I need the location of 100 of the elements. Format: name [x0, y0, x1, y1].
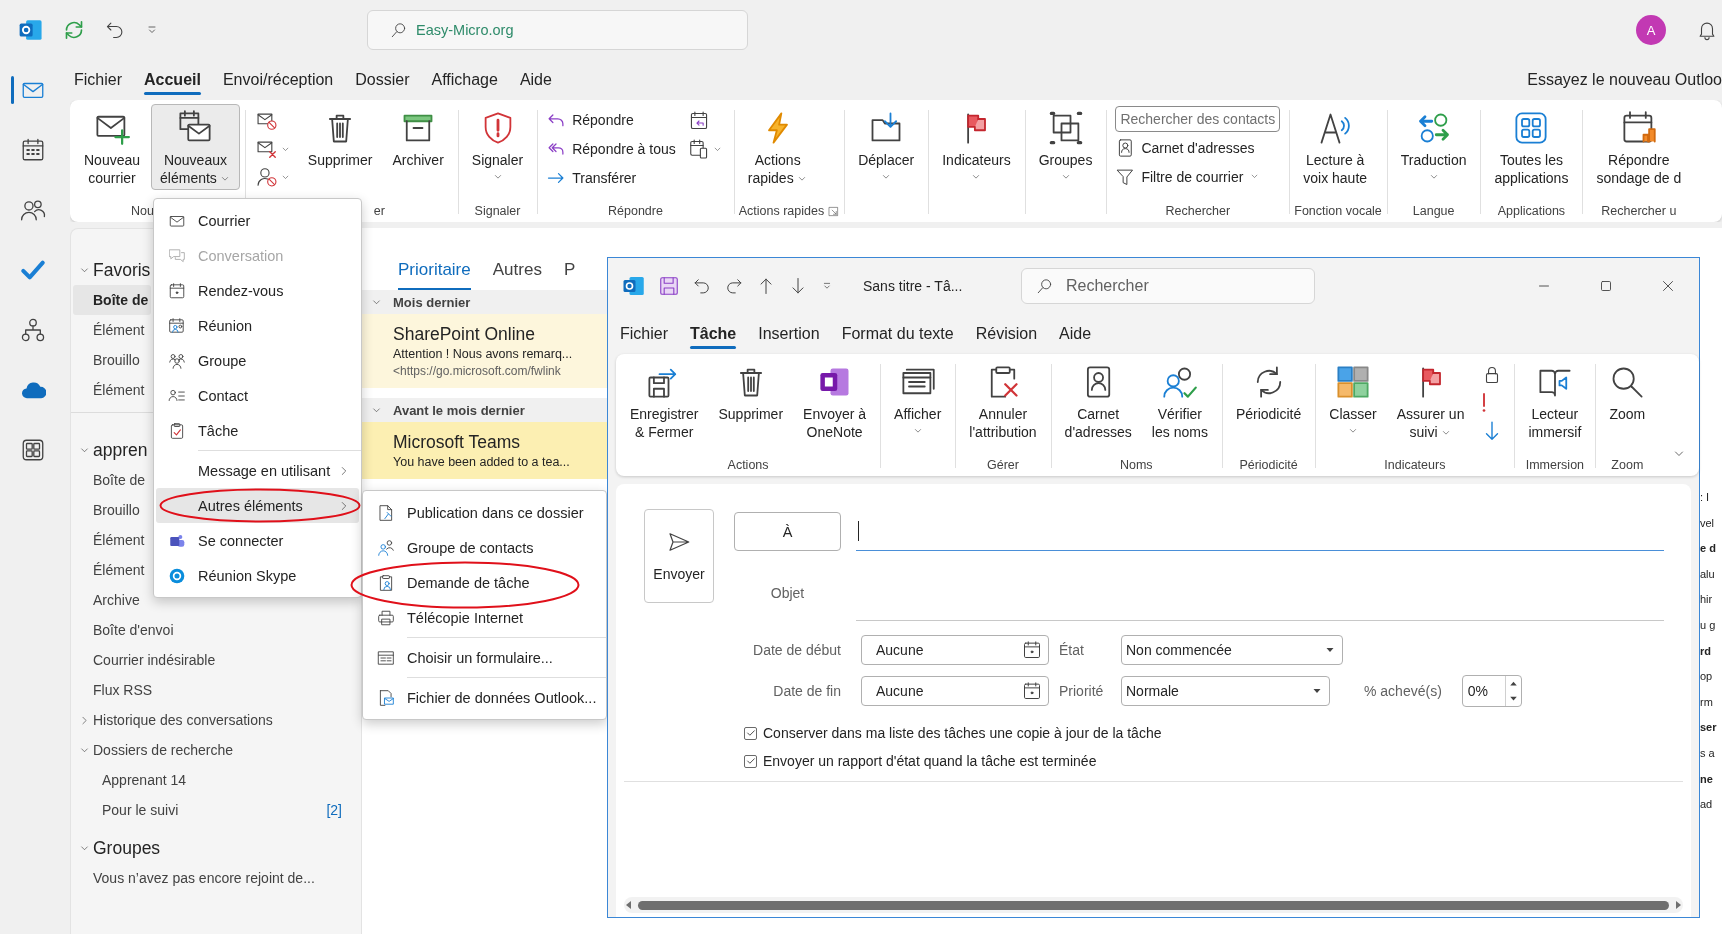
- message-item[interactable]: SharePoint Online Attention ! Nous avons remarq... <https://go.microsoft.com/fwlink: [362, 314, 607, 388]
- menu-item[interactable]: Réunion Skype: [156, 558, 359, 593]
- folder-item[interactable]: Brouillo: [73, 495, 143, 525]
- menu-item[interactable]: Publication dans ce dossier: [365, 495, 604, 530]
- outlook-logo-icon[interactable]: [18, 17, 44, 43]
- inbox-tab[interactable]: P: [563, 260, 576, 290]
- ribbon-button[interactable]: Répondre à tous: [542, 135, 680, 162]
- menu-tab[interactable]: Affichage: [431, 67, 498, 93]
- horizontal-scrollbar[interactable]: [624, 897, 1683, 913]
- folder-item[interactable]: Archive: [73, 585, 143, 615]
- menu-item[interactable]: Demande de tâche: [365, 565, 604, 600]
- inbox-tab[interactable]: Autres: [492, 260, 542, 290]
- try-new-outlook-link[interactable]: Essayez le nouveau Outloo: [1527, 71, 1722, 89]
- outlook-logo-icon[interactable]: [622, 274, 646, 298]
- ribbon-button[interactable]: Zoom: [1600, 358, 1655, 426]
- folder-item[interactable]: Élément: [73, 525, 148, 555]
- ribbon-button[interactable]: Nouveaux éléments: [151, 104, 240, 190]
- search-field[interactable]: Easy-Micro.org: [367, 10, 748, 50]
- ribbon-button[interactable]: Répondre: [542, 106, 680, 133]
- folder-item[interactable]: Boîte d'envoi: [73, 615, 177, 645]
- menu-item[interactable]: Groupe: [156, 343, 359, 378]
- menu-tab[interactable]: Envoi/réception: [222, 67, 334, 93]
- ribbon-button[interactable]: Déplacer: [849, 104, 924, 186]
- menu-item[interactable]: Contact: [156, 378, 359, 413]
- menu-tab[interactable]: Aide: [519, 67, 552, 93]
- folder-item[interactable]: Boîte de: [73, 285, 152, 315]
- calendar-icon[interactable]: [1022, 681, 1042, 701]
- launcher-icon[interactable]: [828, 206, 840, 218]
- folder-item[interactable]: Courrier indésirable: [73, 645, 219, 675]
- menu-tab[interactable]: Accueil: [144, 67, 201, 93]
- ribbon-button[interactable]: Actions rapides: [738, 104, 817, 190]
- send-button[interactable]: Envoyer: [644, 509, 714, 603]
- folder-item[interactable]: Dossiers de recherche: [73, 735, 237, 765]
- menu-item[interactable]: Se connecter: [156, 523, 359, 558]
- undo-icon[interactable]: [692, 276, 712, 296]
- menu-tab[interactable]: Fichier: [74, 67, 122, 93]
- folder-item[interactable]: Groupes: [73, 833, 164, 863]
- checkbox[interactable]: [744, 754, 757, 768]
- ribbon-button[interactable]: Filtre de courrier: [1111, 163, 1285, 190]
- toolbar-button[interactable]: [255, 166, 291, 188]
- percent-spinner[interactable]: 0%: [1461, 675, 1522, 707]
- menu-tab[interactable]: Format du texte: [841, 321, 954, 347]
- menu-item[interactable]: Fichier de données Outlook...: [365, 680, 604, 715]
- ribbon-button[interactable]: Lecture à voix haute: [1294, 104, 1377, 190]
- ribbon-button[interactable]: Carnet d'adresses: [1055, 358, 1141, 444]
- ribbon-button[interactable]: Afficher: [885, 358, 951, 440]
- menu-tab[interactable]: Tâche: [690, 321, 737, 347]
- scroll-left-icon[interactable]: [624, 900, 634, 910]
- date-field[interactable]: Aucune: [861, 635, 1049, 665]
- search-field[interactable]: Rechercher: [1021, 268, 1315, 304]
- menu-tab[interactable]: Révision: [975, 321, 1038, 347]
- toolbar-button[interactable]: [687, 138, 723, 160]
- ribbon-button[interactable]: Supprimer: [298, 104, 382, 172]
- ribbon-button[interactable]: Toutes les applications: [1485, 104, 1578, 190]
- redo-icon[interactable]: [724, 276, 744, 296]
- ribbon-button[interactable]: Envoyer à OneNote: [794, 358, 876, 444]
- folder-item[interactable]: Brouillo: [73, 345, 143, 375]
- ribbon-button[interactable]: Assurer un suivi: [1387, 358, 1474, 444]
- folder-item[interactable]: Historique des conversations: [73, 705, 276, 735]
- folder-item[interactable]: Flux RSS: [73, 675, 156, 705]
- ribbon-button[interactable]: Vérifier les noms: [1142, 358, 1217, 444]
- menu-tab[interactable]: Aide: [1059, 321, 1092, 347]
- ribbon-button[interactable]: Classer: [1320, 358, 1386, 440]
- ribbon-button[interactable]: Périodicité: [1226, 358, 1311, 426]
- group-header[interactable]: Mois dernier: [362, 290, 607, 314]
- menu-tab[interactable]: Insertion: [758, 321, 820, 347]
- ribbon-button[interactable]: Nouveau courrier: [75, 104, 150, 190]
- folder-item[interactable]: Élément: [73, 375, 148, 405]
- priority-dropdown[interactable]: Normale: [1121, 676, 1330, 706]
- folder-item[interactable]: Pour le suivi [2]: [73, 795, 359, 825]
- ribbon-button[interactable]: Indicateurs: [933, 104, 1020, 186]
- menu-item[interactable]: Courrier: [156, 203, 359, 238]
- folder-item[interactable]: Favoris: [73, 255, 154, 285]
- menu-tab[interactable]: Dossier: [355, 67, 410, 93]
- status-dropdown[interactable]: Non commencée: [1121, 635, 1343, 665]
- message-item[interactable]: Microsoft Teams You have been added to a tea...: [362, 422, 607, 479]
- menu-item[interactable]: Message en utilisant: [156, 453, 359, 488]
- ribbon-button[interactable]: Annuler l'attribution: [960, 358, 1046, 444]
- ribbon-button[interactable]: Signaler: [462, 104, 533, 186]
- toolbar-button[interactable]: [255, 138, 291, 160]
- ribbon-button[interactable]: Lecteur immersif: [1519, 358, 1591, 444]
- ribbon-button[interactable]: Enregistrer & Fermer: [621, 358, 708, 444]
- contact-search-field[interactable]: Rechercher des contacts: [1115, 106, 1281, 132]
- menu-tab[interactable]: Fichier: [620, 321, 668, 347]
- ribbon-button[interactable]: Transférer: [542, 164, 680, 191]
- ribbon-button[interactable]: Archiver: [383, 104, 453, 172]
- date-field[interactable]: Aucune: [861, 676, 1049, 706]
- ribbon-button[interactable]: Répondre sondage de d: [1587, 104, 1691, 190]
- scroll-right-icon[interactable]: [1673, 900, 1683, 910]
- ribbon-button[interactable]: Supprimer: [709, 358, 793, 426]
- folder-item[interactable]: appren: [73, 435, 151, 465]
- checkbox[interactable]: [744, 726, 757, 740]
- calendar-icon[interactable]: [1022, 640, 1042, 660]
- folder-item[interactable]: Élément: [73, 315, 148, 345]
- avatar[interactable]: A: [1636, 15, 1666, 45]
- ribbon-button[interactable]: Traduction: [1391, 104, 1476, 186]
- folder-item[interactable]: Apprenant 14: [73, 765, 190, 795]
- menu-item[interactable]: Groupe de contacts: [365, 530, 604, 565]
- ribbon-button[interactable]: Groupes: [1029, 104, 1102, 186]
- group-header[interactable]: Avant le mois dernier: [362, 398, 607, 422]
